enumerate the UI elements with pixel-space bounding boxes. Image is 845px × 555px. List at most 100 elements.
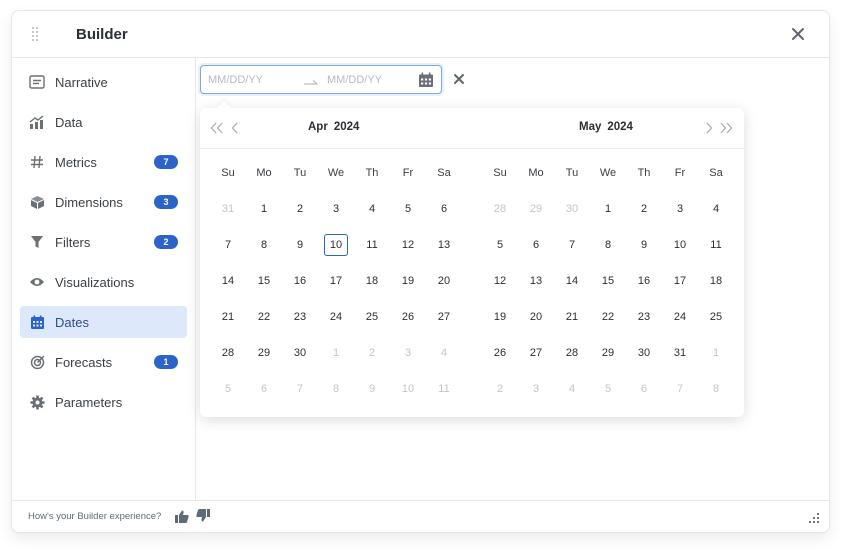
sidebar-item-dimensions[interactable]: Dimensions 3: [20, 186, 187, 218]
calendar-day[interactable]: 16: [632, 270, 656, 292]
calendar-day[interactable]: 14: [560, 270, 584, 292]
calendar-day[interactable]: 5: [488, 234, 512, 256]
calendar-day[interactable]: 17: [324, 270, 348, 292]
prev-month-button[interactable]: [229, 121, 243, 135]
calendar-day[interactable]: 20: [432, 270, 456, 292]
calendar-day[interactable]: 6: [632, 378, 656, 400]
calendar-day[interactable]: 24: [668, 306, 692, 328]
drag-handle-icon[interactable]: [32, 27, 40, 43]
calendar-day[interactable]: 29: [524, 198, 548, 220]
calendar-day[interactable]: 5: [216, 378, 240, 400]
clear-date-button[interactable]: [452, 72, 466, 86]
calendar-day[interactable]: 24: [324, 306, 348, 328]
calendar-day[interactable]: 3: [324, 198, 348, 220]
calendar-day[interactable]: 8: [324, 378, 348, 400]
calendar-day[interactable]: 1: [324, 342, 348, 364]
calendar-day[interactable]: 18: [704, 270, 728, 292]
calendar-day[interactable]: 4: [432, 342, 456, 364]
calendar-day[interactable]: 8: [596, 234, 620, 256]
calendar-day[interactable]: 5: [396, 198, 420, 220]
calendar-day[interactable]: 25: [704, 306, 728, 328]
calendar-day[interactable]: 23: [288, 306, 312, 328]
calendar-day[interactable]: 6: [252, 378, 276, 400]
thumbs-up-button[interactable]: [175, 510, 189, 523]
calendar-day[interactable]: 7: [288, 378, 312, 400]
calendar-day[interactable]: 21: [560, 306, 584, 328]
calendar-day[interactable]: 18: [360, 270, 384, 292]
calendar-day[interactable]: 10: [668, 234, 692, 256]
calendar-day[interactable]: 11: [360, 234, 384, 256]
calendar-day[interactable]: 1: [704, 342, 728, 364]
calendar-day[interactable]: 7: [668, 378, 692, 400]
close-button[interactable]: [789, 25, 807, 43]
calendar-day[interactable]: 29: [252, 342, 276, 364]
thumbs-down-button[interactable]: [196, 509, 210, 522]
calendar-button[interactable]: [418, 72, 434, 88]
calendar-day[interactable]: 8: [704, 378, 728, 400]
calendar-day[interactable]: 26: [396, 306, 420, 328]
calendar-day[interactable]: 20: [524, 306, 548, 328]
calendar-day[interactable]: 3: [668, 198, 692, 220]
calendar-day[interactable]: 17: [668, 270, 692, 292]
calendar-day[interactable]: 19: [488, 306, 512, 328]
resize-grip-icon[interactable]: [809, 513, 819, 523]
calendar-day[interactable]: 31: [668, 342, 692, 364]
sidebar-item-visualizations[interactable]: Visualizations: [20, 266, 187, 298]
calendar-day[interactable]: 19: [396, 270, 420, 292]
calendar-day[interactable]: 30: [632, 342, 656, 364]
calendar-day[interactable]: 5: [596, 378, 620, 400]
calendar-day[interactable]: 23: [632, 306, 656, 328]
calendar-day[interactable]: 28: [216, 342, 240, 364]
calendar-day[interactable]: 31: [216, 198, 240, 220]
calendar-day[interactable]: 30: [560, 198, 584, 220]
calendar-day[interactable]: 11: [704, 234, 728, 256]
calendar-day[interactable]: 2: [632, 198, 656, 220]
calendar-day[interactable]: 3: [396, 342, 420, 364]
sidebar-item-forecasts[interactable]: Forecasts 1: [20, 346, 187, 378]
calendar-day[interactable]: 4: [560, 378, 584, 400]
end-date-input[interactable]: [327, 72, 417, 88]
left-year-select[interactable]: 2024: [334, 121, 360, 133]
calendar-day[interactable]: 13: [524, 270, 548, 292]
calendar-day[interactable]: 10: [396, 378, 420, 400]
calendar-day[interactable]: 22: [596, 306, 620, 328]
right-year-select[interactable]: 2024: [607, 121, 633, 133]
prev-year-button[interactable]: [210, 121, 224, 135]
calendar-day[interactable]: 6: [432, 198, 456, 220]
right-month-select[interactable]: May: [579, 121, 601, 133]
calendar-day[interactable]: 2: [488, 378, 512, 400]
calendar-day[interactable]: 27: [524, 342, 548, 364]
calendar-day[interactable]: 6: [524, 234, 548, 256]
calendar-day[interactable]: 1: [252, 198, 276, 220]
calendar-day[interactable]: 12: [488, 270, 512, 292]
sidebar-item-dates[interactable]: Dates: [20, 306, 187, 338]
calendar-day[interactable]: 25: [360, 306, 384, 328]
calendar-day[interactable]: 2: [360, 342, 384, 364]
calendar-day[interactable]: 15: [252, 270, 276, 292]
calendar-day[interactable]: 9: [360, 378, 384, 400]
date-range-input[interactable]: [200, 65, 442, 94]
next-year-button[interactable]: [719, 121, 733, 135]
calendar-day[interactable]: 28: [488, 198, 512, 220]
calendar-day-today[interactable]: 10: [324, 234, 348, 256]
calendar-day[interactable]: 3: [524, 378, 548, 400]
calendar-day[interactable]: 7: [560, 234, 584, 256]
sidebar-item-data[interactable]: Data: [20, 106, 187, 138]
calendar-day[interactable]: 9: [632, 234, 656, 256]
calendar-day[interactable]: 16: [288, 270, 312, 292]
calendar-day[interactable]: 28: [560, 342, 584, 364]
calendar-day[interactable]: 8: [252, 234, 276, 256]
calendar-day[interactable]: 11: [432, 378, 456, 400]
calendar-day[interactable]: 7: [216, 234, 240, 256]
calendar-day[interactable]: 27: [432, 306, 456, 328]
calendar-day[interactable]: 4: [704, 198, 728, 220]
sidebar-item-filters[interactable]: Filters 2: [20, 226, 187, 258]
next-month-button[interactable]: [702, 121, 716, 135]
calendar-day[interactable]: 4: [360, 198, 384, 220]
start-date-input[interactable]: [208, 72, 298, 88]
sidebar-item-metrics[interactable]: Metrics 7: [20, 146, 187, 178]
sidebar-item-parameters[interactable]: Parameters: [20, 386, 187, 418]
calendar-day[interactable]: 21: [216, 306, 240, 328]
sidebar-item-narrative[interactable]: Narrative: [20, 66, 187, 98]
calendar-day[interactable]: 1: [596, 198, 620, 220]
